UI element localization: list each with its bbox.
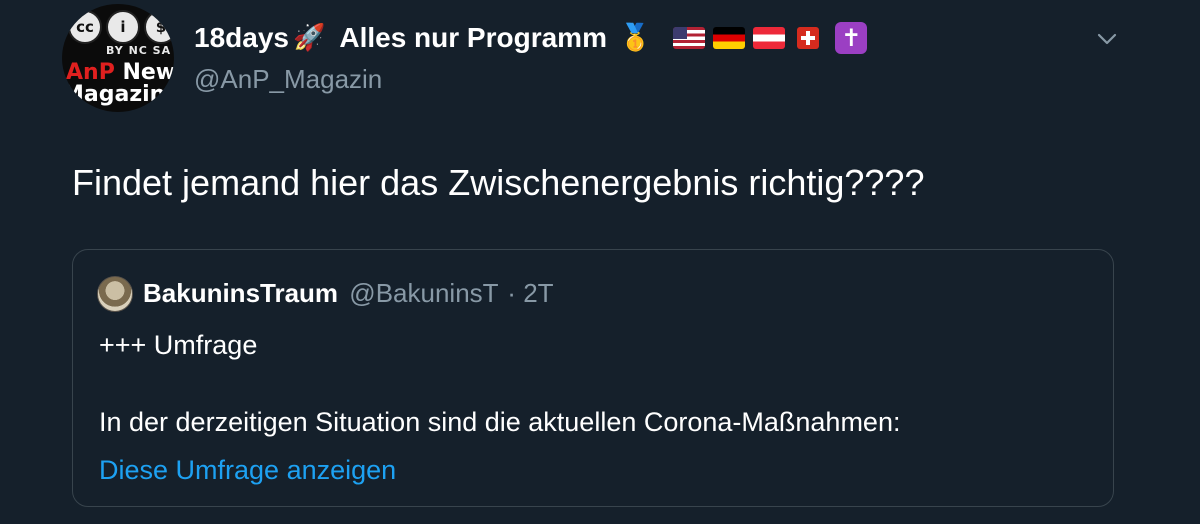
- us-flag-icon: [673, 27, 706, 49]
- avatar-logo-line2: Magazin: [62, 82, 166, 107]
- cross-icon: ✝: [835, 22, 868, 54]
- quoted-text-line2: In der derzeitigen Situation sind die ak…: [99, 407, 901, 437]
- tweet: cc i $ BY NC SA AnP News Magazin 18days …: [0, 0, 1200, 524]
- quoted-tweet[interactable]: BakuninsTraum @BakuninsT · 2T +++ Umfrag…: [72, 249, 1114, 507]
- quoted-author-name[interactable]: BakuninsTraum: [143, 278, 338, 308]
- creative-commons-badge: cc i $: [68, 10, 174, 44]
- quoted-separator: ·: [507, 278, 516, 308]
- quoted-author-avatar[interactable]: [97, 276, 133, 312]
- attribution-icon: i: [106, 10, 140, 44]
- author-display-name[interactable]: 18days: [194, 22, 289, 54]
- switzerland-flag-icon: [797, 27, 820, 49]
- quoted-text-line1: +++ Umfrage: [99, 330, 258, 360]
- austria-flag-icon: [753, 27, 786, 49]
- quoted-tweet-header: BakuninsTraum @BakuninsT · 2T: [143, 278, 554, 309]
- author-display-name-suffix[interactable]: Alles nur Programm: [339, 22, 607, 54]
- cc-icon: cc: [68, 10, 102, 44]
- noncommercial-icon: $: [144, 10, 174, 44]
- quoted-timestamp[interactable]: 2T: [523, 278, 553, 308]
- cc-license-text: BY NC SA: [106, 44, 172, 57]
- quoted-author-handle[interactable]: @BakuninsT: [349, 278, 498, 308]
- rocket-icon: 🚀: [292, 23, 326, 53]
- chevron-down-icon[interactable]: [1096, 28, 1118, 50]
- author-handle[interactable]: @AnP_Magazin: [194, 64, 382, 95]
- author-avatar[interactable]: cc i $ BY NC SA AnP News Magazin: [62, 4, 174, 112]
- author-name-line[interactable]: 18days 🚀 Alles nur Programm 🥇 ✝: [194, 22, 868, 54]
- tweet-text: Findet jemand hier das Zwischenergebnis …: [72, 162, 925, 203]
- germany-flag-icon: [713, 27, 746, 49]
- gold-medal-icon: 🥇: [618, 23, 652, 53]
- show-poll-link[interactable]: Diese Umfrage anzeigen: [99, 455, 396, 486]
